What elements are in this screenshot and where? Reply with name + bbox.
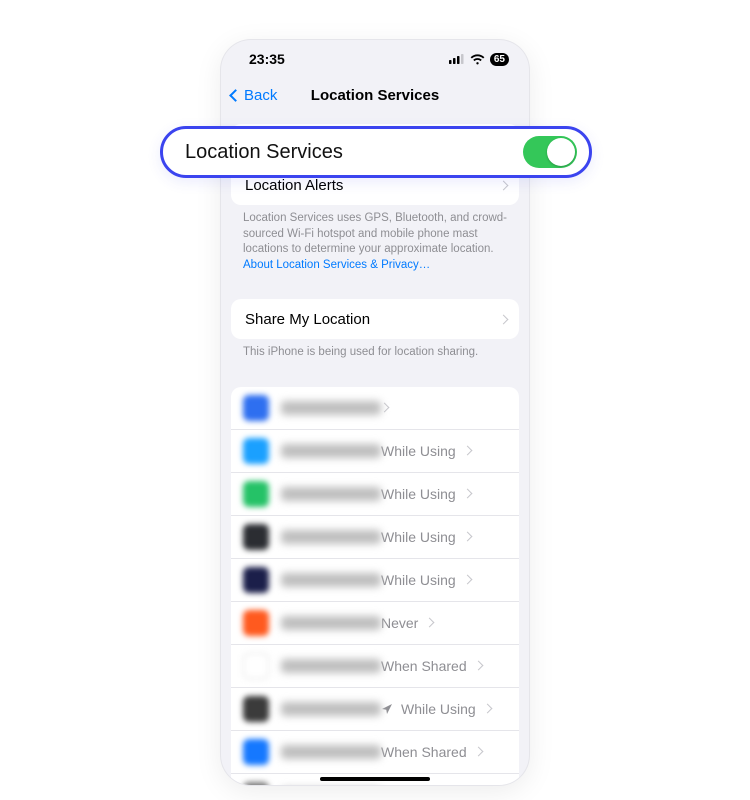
- app-status-label: Never: [381, 615, 418, 631]
- app-status-label: When Shared: [381, 658, 467, 674]
- app-status-label: While Using: [401, 701, 476, 717]
- highlight-label: Location Services: [185, 141, 343, 164]
- footnote-share: This iPhone is being used for location s…: [221, 339, 529, 365]
- app-name-blurred: [281, 616, 381, 630]
- chevron-right-icon: [499, 314, 509, 324]
- chevron-right-icon: [473, 661, 483, 671]
- app-name-blurred: [281, 401, 381, 415]
- app-icon: [243, 567, 269, 593]
- wifi-icon: [470, 54, 485, 65]
- chevron-left-icon: [229, 89, 242, 102]
- app-icon: [243, 395, 269, 421]
- app-row[interactable]: While Using: [231, 429, 519, 472]
- chevron-right-icon: [499, 180, 509, 190]
- app-status: While Using: [381, 572, 471, 588]
- app-row[interactable]: When Shared: [231, 644, 519, 687]
- highlight-toggle[interactable]: [523, 136, 577, 168]
- row-share-location[interactable]: Share My Location: [231, 299, 519, 339]
- app-row[interactable]: Never: [231, 601, 519, 644]
- app-icon: [243, 524, 269, 550]
- app-name-blurred: [281, 573, 381, 587]
- row-share-label: Share My Location: [245, 311, 370, 328]
- app-status: [381, 404, 388, 411]
- app-row[interactable]: While Using: [231, 515, 519, 558]
- back-button[interactable]: Back: [231, 78, 277, 112]
- app-status-label: While Using: [381, 572, 456, 588]
- app-name-blurred: [281, 702, 381, 716]
- app-icon: [243, 739, 269, 765]
- app-status: While Using: [381, 529, 471, 545]
- toggle-knob: [547, 138, 575, 166]
- app-name-blurred: [281, 444, 381, 458]
- nav-header: Back Location Services: [221, 78, 529, 112]
- app-name-blurred: [281, 487, 381, 501]
- highlight-location-services: Location Services: [160, 126, 592, 178]
- chevron-right-icon: [462, 532, 472, 542]
- app-icon: [243, 653, 269, 679]
- app-status: While Using: [381, 486, 471, 502]
- app-status-label: While Using: [381, 443, 456, 459]
- cellular-icon: [449, 54, 465, 64]
- canvas: 23:35 65 Back Location Services: [0, 0, 750, 800]
- group-share: Share My Location: [231, 299, 519, 339]
- chevron-right-icon: [482, 704, 492, 714]
- app-status-label: While Using: [381, 529, 456, 545]
- chevron-right-icon: [425, 618, 435, 628]
- app-status: When Shared: [381, 658, 482, 674]
- row-location-alerts-label: Location Alerts: [245, 177, 343, 194]
- app-status-label: When Shared: [381, 744, 467, 760]
- chevron-right-icon: [473, 747, 483, 757]
- app-list: While Using While Using While Using While U…: [231, 387, 519, 785]
- about-location-link[interactable]: About Location Services & Privacy…: [243, 259, 430, 271]
- app-icon: [243, 438, 269, 464]
- chevron-right-icon: [462, 489, 472, 499]
- app-row[interactable]: While Using: [231, 472, 519, 515]
- footnote-text: Location Services uses GPS, Bluetooth, a…: [243, 212, 507, 255]
- status-time: 23:35: [249, 51, 285, 67]
- app-icon: [243, 610, 269, 636]
- app-row[interactable]: While Using: [231, 558, 519, 601]
- home-indicator: [320, 777, 430, 781]
- app-row[interactable]: When Shared: [231, 730, 519, 773]
- app-name-blurred: [281, 659, 381, 673]
- app-status: When Shared: [381, 744, 482, 760]
- app-icon: [243, 696, 269, 722]
- page-title: Location Services: [311, 87, 439, 104]
- app-icon: [243, 782, 269, 785]
- chevron-right-icon: [380, 403, 390, 413]
- app-row[interactable]: [231, 387, 519, 429]
- chevron-right-icon: [462, 446, 472, 456]
- app-status-label: While Using: [381, 486, 456, 502]
- battery-icon: 65: [490, 53, 509, 66]
- status-right: 65: [449, 53, 509, 66]
- app-status: Never: [381, 615, 433, 631]
- status-bar: 23:35 65: [221, 40, 529, 78]
- back-label: Back: [244, 87, 277, 104]
- footnote-location: Location Services uses GPS, Bluetooth, a…: [221, 205, 529, 277]
- location-arrow-icon: [381, 703, 393, 715]
- app-name-blurred: [281, 530, 381, 544]
- app-name-blurred: [281, 745, 381, 759]
- chevron-right-icon: [462, 575, 472, 585]
- app-icon: [243, 481, 269, 507]
- app-status: While Using: [381, 443, 471, 459]
- app-status: While Using: [381, 701, 491, 717]
- app-row[interactable]: While Using: [231, 687, 519, 730]
